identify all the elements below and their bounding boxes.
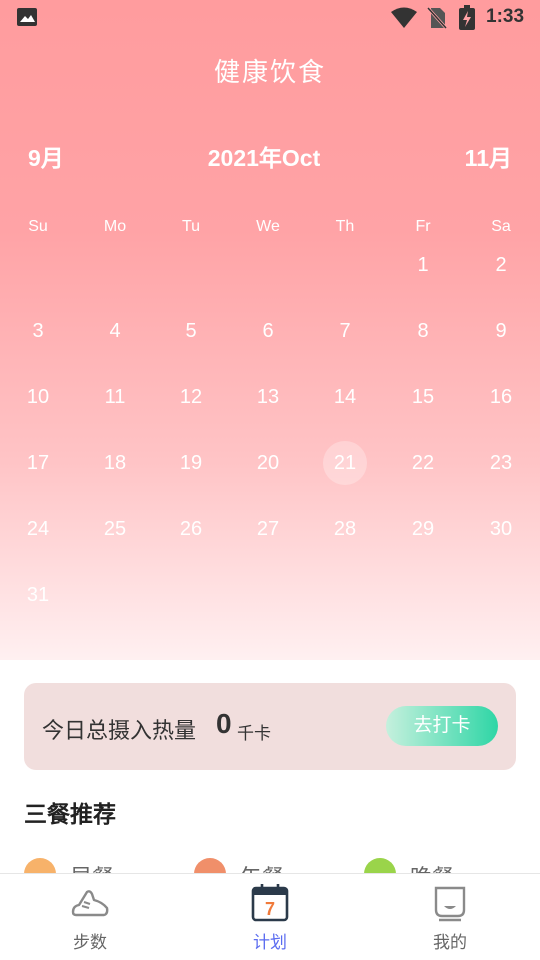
meal-label: 午餐 (240, 860, 284, 874)
calendar-day[interactable]: 25 (93, 507, 137, 551)
meal-dinner[interactable]: 晚餐 (364, 856, 504, 874)
calendar-day[interactable]: 2 (479, 243, 523, 287)
calendar-day[interactable]: 23 (479, 441, 523, 485)
tab-label: 步数 (73, 933, 107, 952)
calendar-day[interactable]: 11 (93, 375, 137, 419)
calendar-day[interactable]: 3 (16, 309, 60, 353)
breakfast-icon (24, 858, 56, 874)
calendar-day[interactable]: 19 (169, 441, 213, 485)
intake-value: 0 (216, 708, 232, 739)
dinner-icon (364, 858, 396, 874)
meal-breakfast[interactable]: 早餐 (24, 856, 164, 874)
calendar-day[interactable]: 10 (16, 375, 60, 419)
profile-icon (434, 886, 466, 922)
calendar-day[interactable]: 24 (16, 507, 60, 551)
calendar-day[interactable]: 27 (246, 507, 290, 551)
calorie-intake-card: 今日总摄入热量 0 千卡 去打卡 (24, 683, 516, 770)
calendar-day[interactable]: 29 (401, 507, 445, 551)
tab-label: 我的 (433, 933, 467, 952)
calendar-day[interactable]: 9 (479, 309, 523, 353)
bottom-tab-bar: 步数 7 计划 我的 (0, 873, 540, 960)
calendar-icon: 7 (251, 884, 289, 922)
calendar-day[interactable]: 30 (479, 507, 523, 551)
calendar-badge: 7 (265, 899, 275, 919)
calendar-day[interactable]: 16 (479, 375, 523, 419)
calendar-day[interactable]: 26 (169, 507, 213, 551)
calendar-day[interactable]: 28 (323, 507, 367, 551)
calendar-day[interactable]: 6 (246, 309, 290, 353)
calendar-day[interactable]: 17 (16, 441, 60, 485)
tab-steps[interactable]: 步数 (0, 874, 180, 960)
tab-profile[interactable]: 我的 (360, 874, 540, 960)
meal-section-title: 三餐推荐 (24, 801, 116, 827)
meal-label: 早餐 (70, 860, 114, 874)
tab-plan[interactable]: 7 计划 (180, 874, 360, 960)
calendar-day[interactable]: 20 (246, 441, 290, 485)
tab-label: 计划 (253, 933, 287, 952)
calendar-day[interactable]: 12 (169, 375, 213, 419)
checkin-button[interactable]: 去打卡 (386, 706, 498, 746)
meal-lunch[interactable]: 午餐 (194, 856, 334, 874)
calendar-day[interactable]: 4 (93, 309, 137, 353)
calendar-day[interactable]: 5 (169, 309, 213, 353)
sneaker-icon (71, 890, 109, 917)
calendar-day[interactable]: 18 (93, 441, 137, 485)
calendar-day[interactable]: 8 (401, 309, 445, 353)
meal-label: 晚餐 (410, 860, 454, 874)
calendar-day[interactable]: 13 (246, 375, 290, 419)
calendar-grid: 1 2 3 4 5 6 7 8 9 10 11 12 13 14 15 16 17 18 19 20 21 22 23 24 2… (0, 0, 540, 640)
lunch-icon (194, 858, 226, 874)
intake-label: 今日总摄入热量 (42, 718, 197, 743)
calendar-day[interactable]: 22 (401, 441, 445, 485)
calendar-day[interactable]: 31 (16, 573, 60, 617)
calendar-day[interactable]: 21 (323, 441, 367, 485)
intake-unit: 千卡 (237, 724, 271, 743)
calendar-day[interactable]: 15 (401, 375, 445, 419)
calendar-day[interactable]: 7 (323, 309, 367, 353)
calendar-day[interactable]: 1 (401, 243, 445, 287)
calendar-day[interactable]: 14 (323, 375, 367, 419)
